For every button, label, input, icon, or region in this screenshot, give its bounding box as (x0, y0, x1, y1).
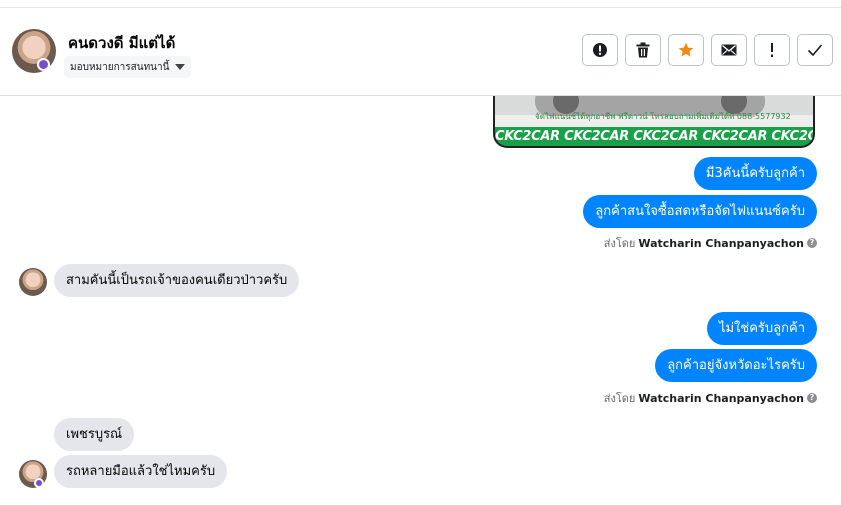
contact-name[interactable]: คนดวงดี มีแต่ได้ (68, 31, 175, 55)
mark-done-button[interactable] (797, 34, 833, 66)
outgoing-message[interactable]: ไม่ใช่ครับลูกค้า (706, 312, 817, 345)
image-attachment[interactable]: จัดไฟแนนซ์ได้ทุกอาชีพ ฟรีดาวน์ โทรสอบถาม… (493, 96, 815, 148)
agent-name: Watcharin Chanpanyachon (638, 391, 804, 405)
exclamation-icon (771, 43, 773, 57)
envelope-icon (721, 44, 737, 56)
incoming-message[interactable]: รถหลายมือแล้วใช่ไหมครับ (54, 455, 228, 488)
help-icon[interactable]: ? (807, 238, 817, 248)
trash-icon (636, 42, 650, 58)
messenger-badge-icon (37, 58, 50, 71)
mark-spam-button[interactable] (582, 34, 618, 66)
outgoing-message[interactable]: ลูกค้าอยู่จังหวัดอะไรครับ (655, 349, 817, 382)
image-caption-text: จัดไฟแนนซ์ได้ทุกอาชีพ ฟรีดาวน์ โทรสอบถาม… (535, 112, 791, 121)
contact-avatar-small[interactable] (19, 268, 47, 296)
incoming-message[interactable]: เพชรบูรณ์ (54, 418, 135, 451)
outgoing-message[interactable]: ลูกค้าสนใจซื้อสดหรือจัดไฟแนนซ์ครับ (583, 195, 817, 228)
star-icon (678, 42, 694, 57)
check-icon (807, 44, 823, 57)
incoming-message[interactable]: สามคันนี้เป็นรถเจ้าของคนเดียวป่าวครับ (54, 264, 300, 297)
help-icon[interactable]: ? (807, 393, 817, 403)
caret-down-icon (175, 64, 186, 70)
follow-up-button[interactable] (754, 34, 790, 66)
sent-by-prefix: ส่งโดย (603, 392, 636, 405)
contact-avatar-small[interactable] (19, 460, 47, 488)
sent-by-label: ส่งโดย Watcharin Chanpanyachon ? (604, 389, 817, 407)
sent-by-label: ส่งโดย Watcharin Chanpanyachon ? (604, 234, 817, 252)
messenger-badge-icon (34, 478, 44, 488)
star-button[interactable] (668, 34, 704, 66)
assign-conversation-dropdown[interactable]: มอบหมายการสนทนานี้ (64, 56, 192, 78)
conversation-actions (582, 34, 833, 66)
contact-avatar[interactable] (12, 29, 56, 73)
sent-by-prefix: ส่งโดย (603, 237, 636, 250)
image-banner-text: CKC2CAR CKC2CAR CKC2CAR CKC2CAR CKC2CAR … (495, 129, 813, 144)
delete-button[interactable] (625, 34, 661, 66)
conversation-header: คนดวงดี มีแต่ได้ มอบหมายการสนทนานี้ (0, 8, 841, 96)
top-divider (0, 0, 841, 8)
mark-unread-button[interactable] (711, 34, 747, 66)
outgoing-message[interactable]: มี3คันนี้ครับลูกค้า (693, 157, 817, 190)
agent-name: Watcharin Chanpanyachon (638, 236, 804, 250)
assign-label: มอบหมายการสนทนานี้ (70, 61, 170, 73)
alert-circle-icon (593, 43, 607, 57)
